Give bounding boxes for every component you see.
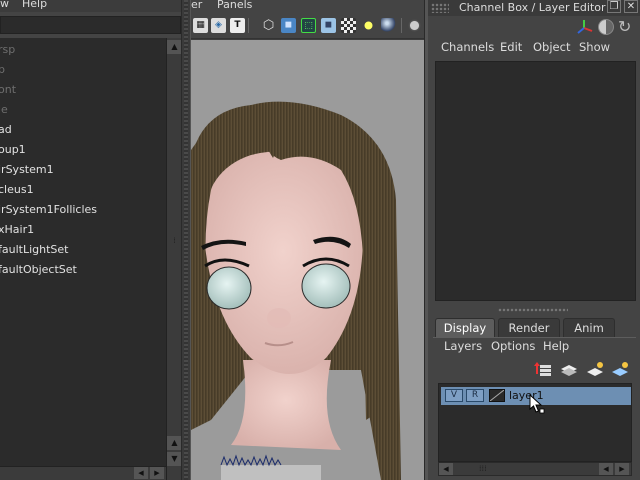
channel-box-layer-editor: Channel Box / Layer Editor ❐ ✕ ↻ Channel… <box>428 0 640 480</box>
menu-channels[interactable]: Channels <box>441 40 494 54</box>
menu-options[interactable]: Options <box>491 339 535 353</box>
mouse-cursor-icon <box>529 394 545 414</box>
channel-layer-splitter[interactable] <box>428 305 640 315</box>
isolate-icon[interactable]: ⬚ <box>301 18 316 33</box>
viewport-menubar: er Panels <box>191 0 424 13</box>
lock-rotate-icon[interactable]: ↻ <box>618 17 631 36</box>
panel-splitter[interactable] <box>181 0 191 480</box>
layer-visibility-toggle[interactable]: V <box>445 389 463 402</box>
texture-icon[interactable]: ◈ <box>211 18 226 33</box>
layer-horizontal-scrollbar[interactable]: ◀ ⁞⁞⁞ ◀ ▶ <box>438 462 632 476</box>
outliner-item-defaultlightset[interactable]: faultLightSet <box>0 240 68 260</box>
grid-icon[interactable]: ▦ <box>193 18 208 33</box>
outliner-item-group1[interactable]: oup1 <box>0 140 26 160</box>
scroll-down-arrow-icon[interactable]: ▼ <box>167 452 182 466</box>
outliner-item-head[interactable]: ad <box>0 120 12 140</box>
move-layer-up-icon[interactable] <box>534 360 554 378</box>
channel-box-area[interactable] <box>435 61 636 301</box>
outliner-list[interactable]: rsp p ont le ad oup1 irSystem1 cleus1 ir… <box>0 38 166 480</box>
outliner-search-field[interactable] <box>0 16 181 34</box>
drag-grip-icon[interactable] <box>431 3 449 13</box>
menu-edit[interactable]: Edit <box>500 40 522 54</box>
menu-help[interactable]: Help <box>22 0 47 10</box>
speed-icon[interactable] <box>598 19 614 35</box>
scroll-right-arrow-icon[interactable]: ▶ <box>615 463 629 475</box>
scroll-right-arrow-icon[interactable]: ▶ <box>150 467 164 479</box>
channel-box-titlebar: Channel Box / Layer Editor ❐ ✕ <box>428 0 640 16</box>
scroll-left-arrow-icon[interactable]: ◀ <box>134 467 148 479</box>
scroll-up-arrow-icon[interactable]: ▲ <box>167 436 182 450</box>
outliner-vertical-scrollbar[interactable]: ▲ ⁞ ▲ ▼ <box>166 38 182 480</box>
outliner-item-hairsystem1follicles[interactable]: irSystem1Follicles <box>0 200 97 220</box>
scroll-left-arrow-icon[interactable]: ◀ <box>599 463 613 475</box>
outliner-item-persp[interactable]: rsp <box>0 40 15 60</box>
menu-help[interactable]: Help <box>543 339 569 353</box>
menu-panels[interactable]: Panels <box>217 0 252 11</box>
tab-anim[interactable]: Anim <box>563 318 615 337</box>
nose <box>267 308 291 328</box>
float-window-icon[interactable]: ❐ <box>607 0 621 13</box>
channel-box-menubar: Channels Edit Object Show <box>428 40 640 58</box>
scroll-left-arrow-icon[interactable]: ◀ <box>439 463 453 475</box>
default-material-icon[interactable]: ◼ <box>321 18 336 33</box>
right-eye <box>301 263 351 309</box>
outliner-item-front[interactable]: ont <box>0 80 16 100</box>
outliner-item-hairsystem1[interactable]: irSystem1 <box>0 160 54 180</box>
tab-render[interactable]: Render <box>498 318 560 337</box>
new-layer-selected-icon[interactable] <box>610 360 630 378</box>
manipulator-icon[interactable] <box>577 19 593 35</box>
left-eye <box>206 266 252 310</box>
layer-color-swatch[interactable] <box>489 389 505 402</box>
outliner-item-defaultobjectset[interactable]: faultObjectSet <box>0 260 77 280</box>
close-icon[interactable]: ✕ <box>624 0 638 13</box>
character-render <box>191 101 401 480</box>
layer-display-type-toggle[interactable]: R <box>466 389 484 402</box>
scroll-grip-icon[interactable]: ⁞⁞⁞ <box>479 465 501 473</box>
layer-list[interactable]: V R layer1 <box>438 383 632 462</box>
smooth-shade-icon[interactable]: ◼ <box>281 18 296 33</box>
text-icon[interactable]: T <box>230 18 245 33</box>
outliner-item-side[interactable]: le <box>0 100 8 120</box>
outliner-item-nucleus1[interactable]: cleus1 <box>0 180 34 200</box>
shadow-icon[interactable] <box>381 18 396 33</box>
outliner-item-top[interactable]: p <box>0 60 5 80</box>
channel-box-icon-row: ↻ <box>428 16 640 40</box>
menu-layers[interactable]: Layers <box>444 339 482 353</box>
outliner-menubar: w Help <box>0 0 183 12</box>
lighting-icon[interactable] <box>361 18 376 33</box>
viewport-panel: er Panels ▦ ◈ T ⬡ ◼ ⬚ ◼ <box>191 0 424 480</box>
scroll-grip-icon[interactable]: ⁞ <box>170 236 179 250</box>
outliner-horizontal-scrollbar[interactable]: ◀ ▶ <box>0 466 166 480</box>
viewport-canvas[interactable] <box>191 40 424 480</box>
tab-display[interactable]: Display <box>435 318 495 337</box>
wireframe-icon[interactable]: ⬡ <box>261 18 276 33</box>
textured-icon[interactable] <box>341 18 356 33</box>
new-empty-layer-icon[interactable] <box>585 360 605 378</box>
menu-object[interactable]: Object <box>533 40 570 54</box>
channel-box-title: Channel Box / Layer Editor <box>459 1 606 14</box>
layer-editor-menubar: Layers Options Help <box>428 339 640 357</box>
menu-show[interactable]: Show <box>579 40 610 54</box>
outliner-panel: w Help rsp p ont le ad oup1 irSystem1 cl… <box>0 0 183 480</box>
outliner-item-pfxhair1[interactable]: xHair1 <box>0 220 34 240</box>
camera-icon[interactable] <box>407 18 422 33</box>
layer-stack-icon[interactable] <box>559 360 579 378</box>
menu-renderer[interactable]: er <box>191 0 202 11</box>
menu-display[interactable]: w <box>0 0 9 10</box>
viewport-toolbar: ▦ ◈ T ⬡ ◼ ⬚ ◼ <box>191 13 424 39</box>
scroll-up-arrow-icon[interactable]: ▲ <box>167 40 182 54</box>
